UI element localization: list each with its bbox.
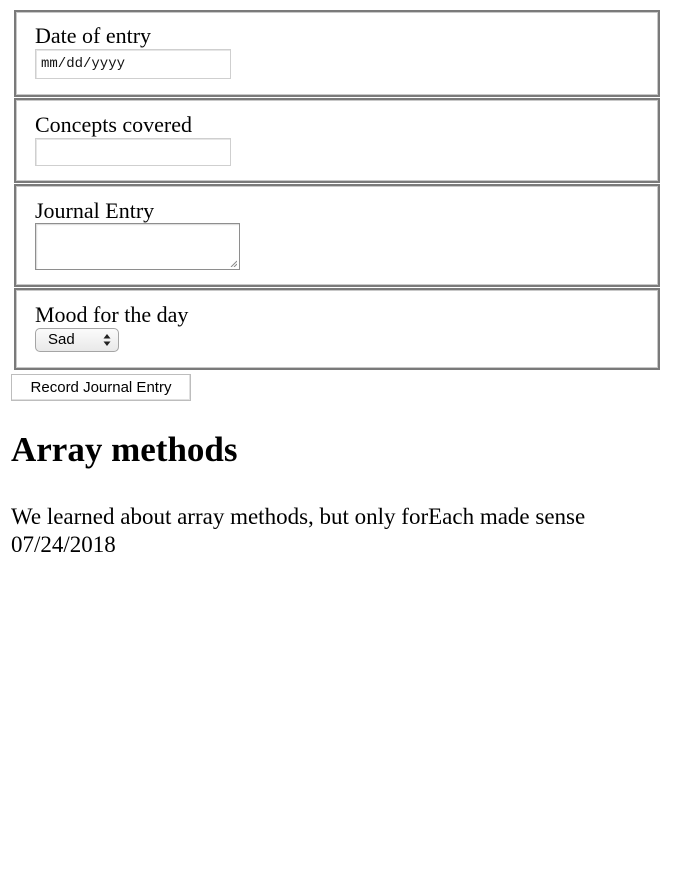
journal-entry-label: Journal Entry [35,198,155,223]
entry-title: Array methods [11,430,238,469]
resize-grip-icon[interactable] [230,260,237,267]
record-journal-entry-button[interactable]: Record Journal Entry [11,374,191,401]
mood-select[interactable]: Sad [35,328,119,352]
date-of-entry-input[interactable]: mm/dd/yyyy [35,49,231,79]
concepts-covered-fieldset: Concepts covered [14,98,660,183]
date-of-entry-fieldset: Date of entry mm/dd/yyyy [14,10,660,97]
mood-selected-value: Sad [48,331,75,348]
journal-entry-textarea[interactable] [35,223,240,270]
concepts-covered-input[interactable] [35,138,231,166]
mood-fieldset: Mood for the day Sad [14,288,660,370]
concepts-covered-label: Concepts covered [35,112,192,137]
journal-entry-fieldset: Journal Entry [14,184,660,287]
entry-body: We learned about array methods, but only… [11,504,586,529]
updown-arrows-icon [103,334,111,346]
date-of-entry-label: Date of entry [35,23,152,48]
entry-date: 07/24/2018 [11,532,116,557]
date-placeholder: mm/dd/yyyy [41,56,126,72]
mood-label: Mood for the day [35,302,189,327]
